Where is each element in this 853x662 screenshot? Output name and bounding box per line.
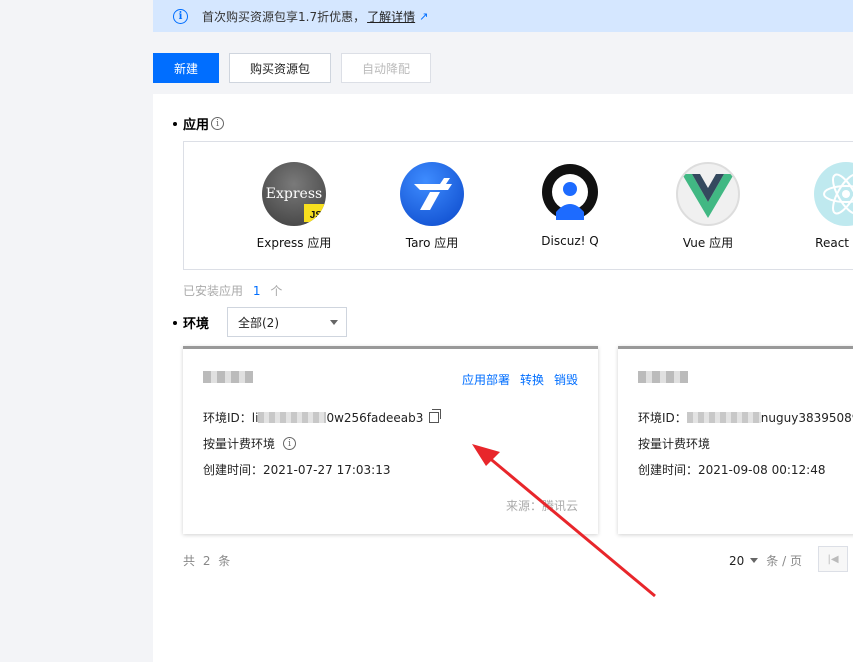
billing-row: 按量计费环境 i <box>203 435 297 452</box>
destroy-link[interactable]: 销毁 <box>554 371 578 388</box>
help-icon[interactable]: i <box>283 437 297 450</box>
apps-label: 应用 <box>183 118 210 133</box>
billing-type: 按量计费环境 <box>203 437 276 451</box>
chevron-down-icon <box>330 320 338 325</box>
info-icon: i <box>173 8 188 24</box>
page-size-select[interactable]: 20 条 / 页 <box>729 552 802 569</box>
env-name-redacted <box>203 371 253 383</box>
vue-logo-icon <box>676 162 740 226</box>
page-size-unit: 条 / 页 <box>766 554 802 568</box>
app-card-express[interactable]: Express JS Express 应用 <box>244 162 344 251</box>
app-card-react[interactable]: React 应用 <box>796 162 853 251</box>
main-panel: 应用 i Express JS Express 应用 Taro 应用 Discu… <box>153 94 853 662</box>
created-time: 2021-09-08 00:12:48 <box>698 462 826 477</box>
copy-icon[interactable] <box>429 409 442 423</box>
convert-link[interactable]: 转换 <box>520 371 544 388</box>
taro-logo-icon <box>400 162 464 226</box>
total-count: 共 2 条 <box>183 554 233 568</box>
env-id-row: 环境ID： nuguy38395089 <box>638 409 853 426</box>
env-id-label: 环境ID： <box>638 411 687 425</box>
app-name: React 应用 <box>815 236 853 250</box>
env-label: 环境 <box>183 317 210 332</box>
env-id-prefix: li <box>251 410 259 425</box>
source-label: 来源：腾讯云 <box>505 499 578 513</box>
app-name: Vue 应用 <box>682 236 734 250</box>
env-id-row: 环境ID： li 0w256fadeeab3 <box>203 409 442 426</box>
app-card-discuz[interactable]: Discuz! Q <box>520 162 620 248</box>
bullet-dot <box>173 121 177 126</box>
notice-link[interactable]: 了解详情 <box>367 8 415 25</box>
env-card: 环境ID： nuguy38395089 按量计费环境 创建时间： 2021-09… <box>618 346 853 534</box>
left-gutter <box>0 0 153 662</box>
promo-notice: i 首次购买资源包享1.7折优惠， 了解详情 ↗ <box>153 0 853 32</box>
env-section-title: 环境 <box>173 313 209 332</box>
first-page-icon[interactable]: |◀ <box>818 546 848 572</box>
installed-suffix: 个 <box>270 284 283 298</box>
external-link-icon[interactable]: ↗ <box>419 10 428 23</box>
created-label: 创建时间： <box>203 463 264 477</box>
buy-package-button[interactable]: 购买资源包 <box>229 53 331 83</box>
created-row: 创建时间： 2021-07-27 17:03:13 <box>203 461 390 478</box>
apps-gallery: Express JS Express 应用 Taro 应用 Discuz! Q … <box>183 141 853 270</box>
env-id-label: 环境ID： <box>203 411 252 425</box>
discuz-logo-icon <box>538 162 602 226</box>
bullet-dot <box>173 320 177 325</box>
env-filter-value: 全部(2) <box>238 315 279 330</box>
apps-section-title: 应用 i <box>173 114 225 133</box>
env-id-suffix: 0w256fadeeab3 <box>326 410 424 425</box>
env-id-redacted <box>686 412 761 423</box>
installed-number[interactable]: 1 <box>253 284 261 298</box>
env-id-suffix: nuguy38395089 <box>760 410 853 425</box>
created-time: 2021-07-27 17:03:13 <box>263 462 391 477</box>
app-card-taro[interactable]: Taro 应用 <box>382 162 482 251</box>
chevron-down-icon <box>750 558 759 563</box>
page-size-value: 20 <box>729 553 745 568</box>
env-name-redacted <box>638 371 688 383</box>
auto-downgrade-button: 自动降配 <box>341 53 431 83</box>
created-label: 创建时间： <box>638 463 699 477</box>
app-name: Taro 应用 <box>405 236 459 250</box>
app-name: Discuz! Q <box>541 234 599 248</box>
env-filter-select[interactable]: 全部(2) <box>227 307 347 337</box>
express-logo-text: Express <box>265 186 323 202</box>
app-card-vue[interactable]: Vue 应用 <box>658 162 758 251</box>
billing-type: 按量计费环境 <box>638 437 711 451</box>
deploy-app-link[interactable]: 应用部署 <box>462 371 510 388</box>
express-logo-icon: Express JS <box>262 162 326 226</box>
new-button[interactable]: 新建 <box>153 53 219 83</box>
js-badge: JS <box>304 204 324 222</box>
toolbar: 新建 购买资源包 自动降配 <box>153 53 431 83</box>
installed-prefix: 已安装应用 <box>183 284 244 298</box>
env-id-redacted <box>258 412 327 423</box>
env-card: 应用部署 转换 销毁 环境ID： li 0w256fadeeab3 按量计费环境… <box>183 346 598 534</box>
created-row: 创建时间： 2021-09-08 00:12:48 <box>638 461 825 478</box>
notice-text: 首次购买资源包享1.7折优惠， <box>202 9 366 24</box>
installed-count: 已安装应用 1 个 <box>183 282 282 299</box>
help-icon[interactable]: i <box>211 117 225 130</box>
react-logo-icon <box>814 162 853 226</box>
env-actions: 应用部署 转换 销毁 <box>462 371 578 388</box>
billing-row: 按量计费环境 <box>638 435 710 452</box>
app-name: Express 应用 <box>256 236 332 250</box>
